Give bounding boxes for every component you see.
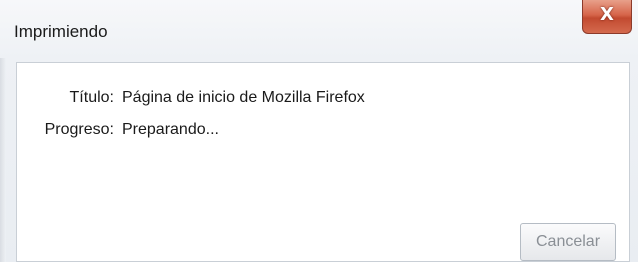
progress-label: Progreso:	[44, 121, 114, 138]
dialog-content: Título: Página de inicio de Mozilla Firef…	[16, 62, 630, 262]
window-title: Imprimiendo	[14, 22, 108, 41]
close-icon: X	[600, 4, 614, 25]
title-row: Título: Página de inicio de Mozilla Firef…	[17, 89, 365, 107]
progress-value: Preparando...	[122, 121, 219, 138]
close-button[interactable]: X	[582, 0, 632, 34]
title-value: Página de inicio de Mozilla Firefox	[122, 89, 365, 106]
print-progress-dialog: Imprimiendo X Título: Página de inicio de…	[0, 0, 638, 262]
title-label: Título:	[69, 89, 114, 106]
title-bar[interactable]: Imprimiendo X	[0, 0, 638, 58]
progress-row: Progreso: Preparando...	[17, 121, 219, 139]
cancel-button[interactable]: Cancelar	[520, 223, 616, 261]
